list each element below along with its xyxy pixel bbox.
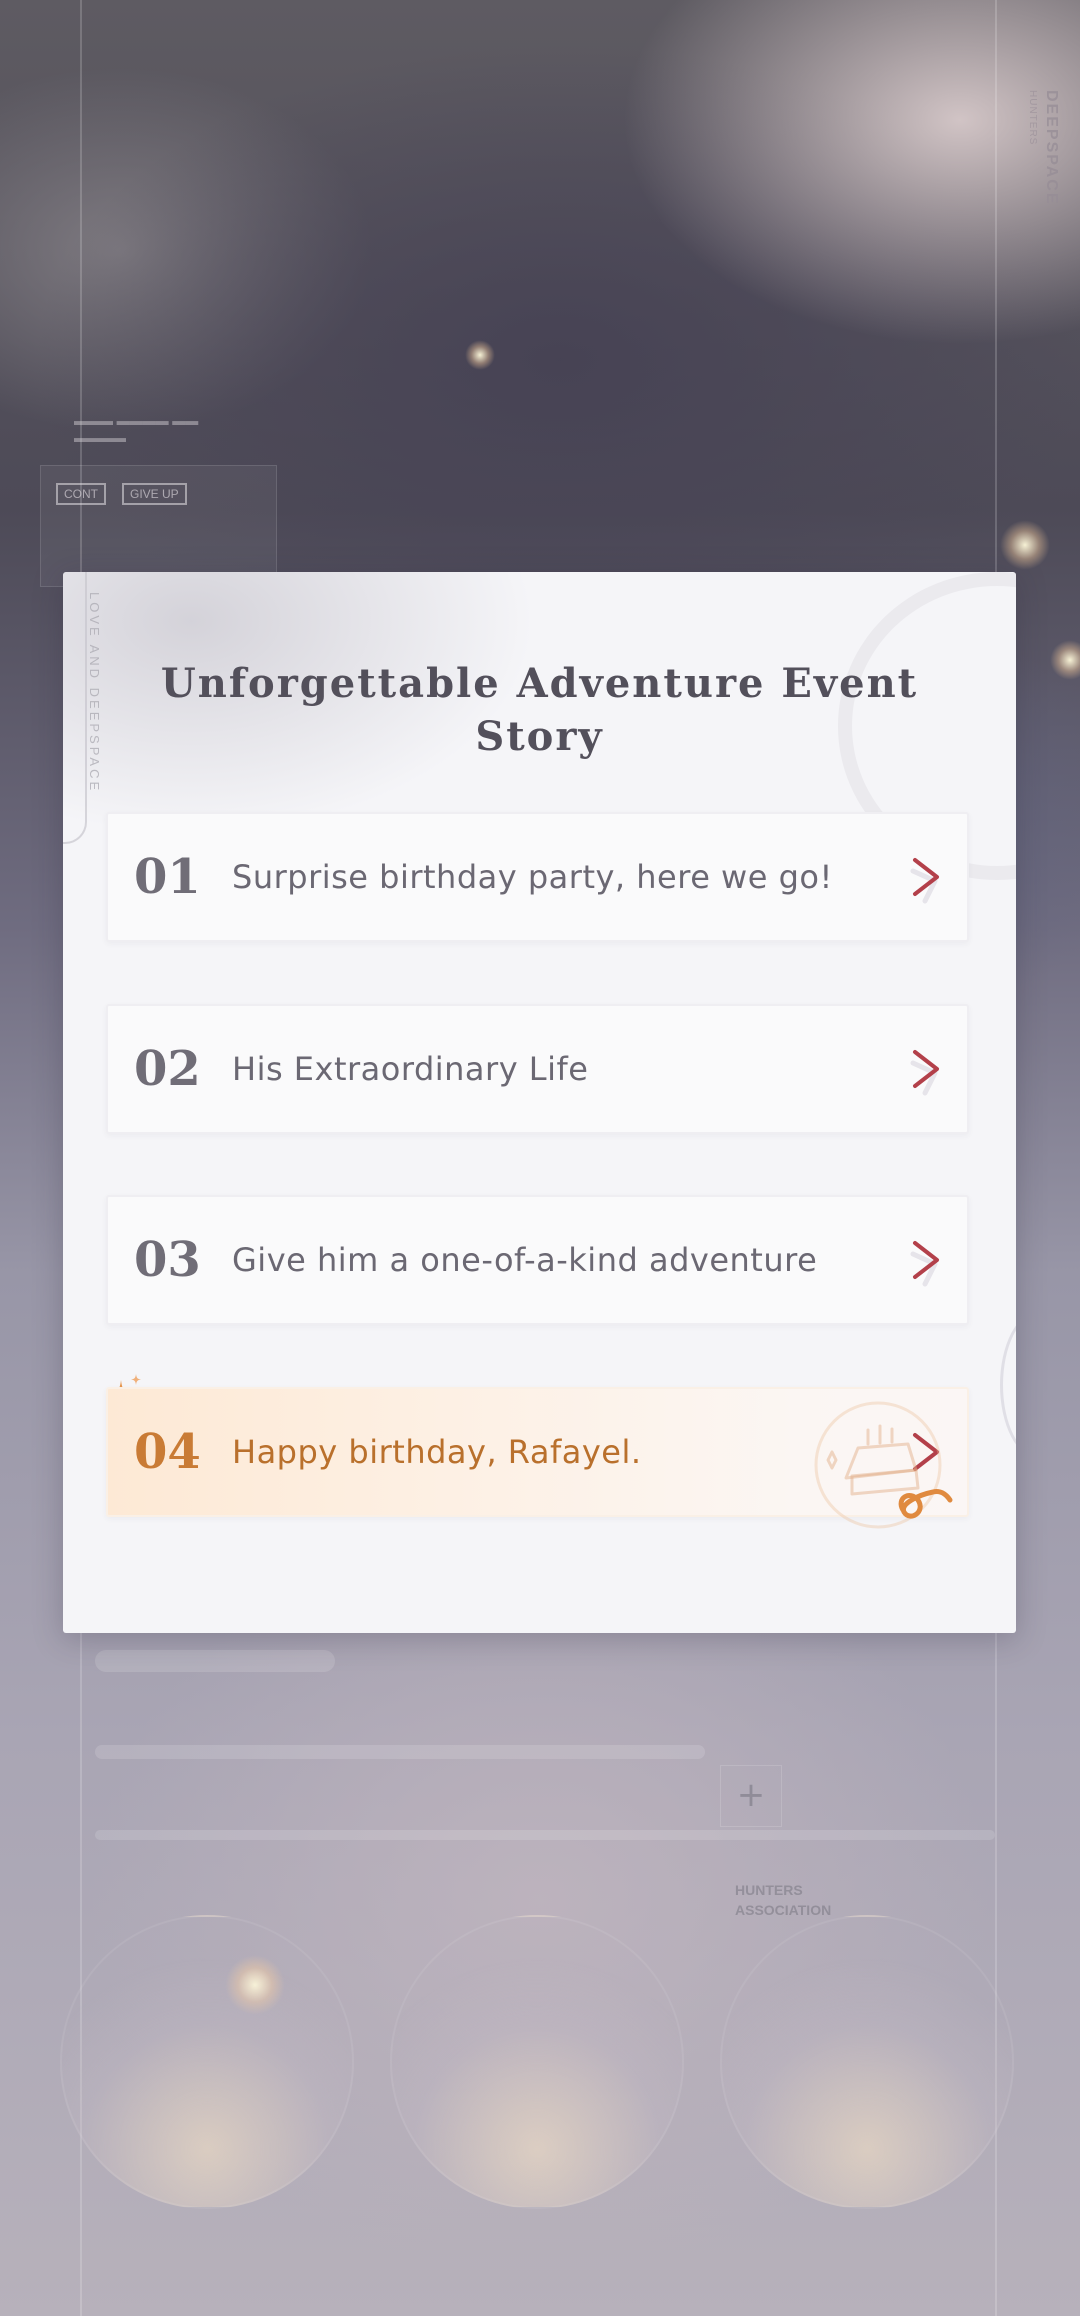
hunters-watermark: HUNTERS bbox=[1027, 90, 1038, 146]
episode-title: His Extraordinary Life bbox=[232, 1050, 589, 1088]
episode-number: 02 bbox=[134, 1041, 201, 1097]
background-plus-icon: + bbox=[720, 1765, 782, 1827]
birthday-cake-icon bbox=[814, 1401, 953, 1529]
chevron-right-icon bbox=[910, 858, 939, 904]
episode-title: Surprise birthday party, here we go! bbox=[232, 858, 833, 896]
event-story-modal: LOVE AND DEEPSPACE Unforgettable Adventu… bbox=[63, 572, 1016, 1633]
light-flare bbox=[1050, 640, 1080, 680]
hunters-association-label: HUNTERS ASSOCIATION bbox=[735, 1882, 832, 1918]
chevron-right-icon bbox=[910, 1050, 939, 1096]
background-blurred-row bbox=[95, 1745, 705, 1759]
episode-item-02[interactable]: 02 His Extraordinary Life bbox=[106, 1004, 969, 1134]
episode-title: Give him a one-of-a-kind adventure bbox=[232, 1241, 818, 1279]
background-character-orb bbox=[390, 1915, 684, 2209]
background-continue-button: CONT bbox=[56, 483, 106, 505]
modal-decor-arc bbox=[1000, 1312, 1016, 1458]
background-character-orb bbox=[60, 1915, 354, 2209]
background-ghost-text: ▬▬▬ ▬▬▬▬ ▬▬ ▬▬▬▬ bbox=[74, 413, 199, 445]
light-flare bbox=[465, 340, 495, 370]
episode-number: 01 bbox=[134, 849, 201, 905]
background-character-orb bbox=[720, 1915, 1014, 2209]
background-blurred-row bbox=[95, 1830, 995, 1840]
episode-number: 03 bbox=[134, 1232, 201, 1288]
modal-title: Unforgettable Adventure Event Story bbox=[160, 660, 919, 760]
episode-title: Happy birthday, Rafayel. bbox=[232, 1433, 642, 1471]
background-blurred-row bbox=[95, 1650, 335, 1672]
episode-number: 04 bbox=[134, 1424, 201, 1480]
deepspace-watermark: DEEPSPACE bbox=[1043, 90, 1060, 206]
light-flare bbox=[1000, 520, 1050, 570]
episode-item-01[interactable]: 01 Surprise birthday party, here we go! bbox=[106, 812, 969, 942]
chevron-right-icon bbox=[910, 1241, 939, 1287]
episode-item-03[interactable]: 03 Give him a one-of-a-kind adventure bbox=[106, 1195, 969, 1325]
background-give-up-button: GIVE UP bbox=[122, 483, 187, 505]
